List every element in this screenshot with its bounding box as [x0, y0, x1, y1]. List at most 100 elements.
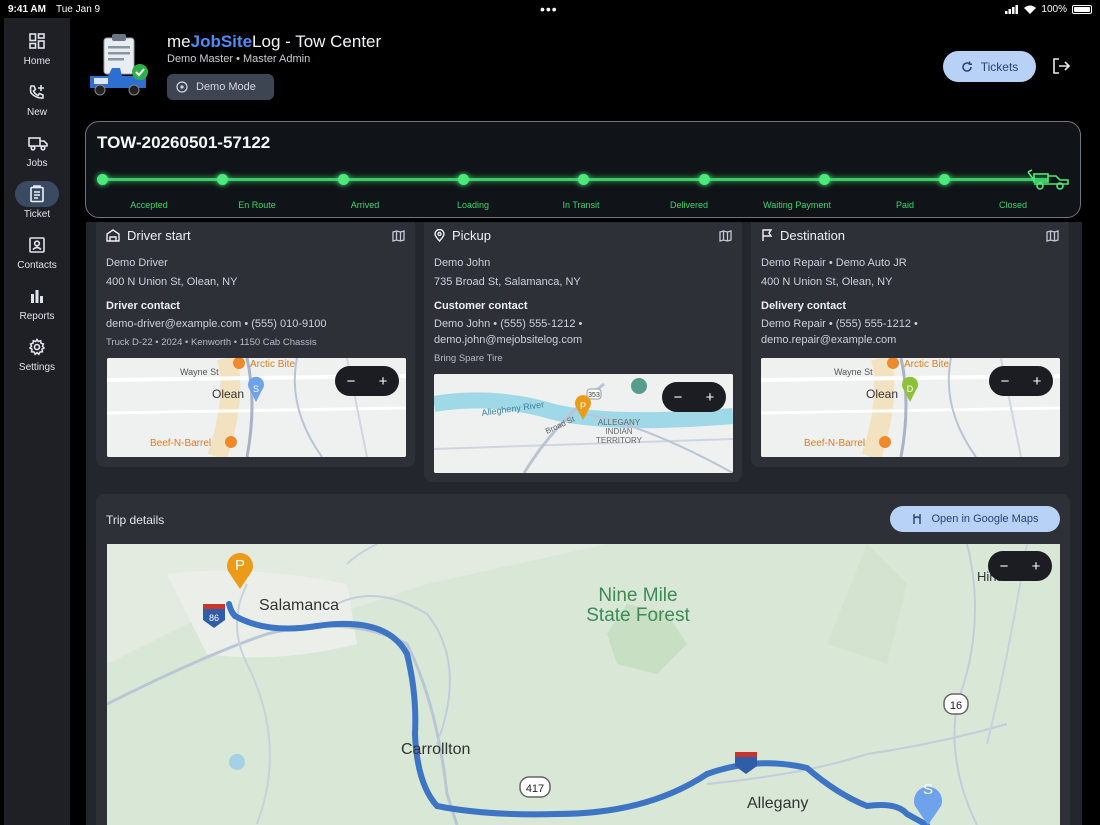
zoom-out-icon[interactable]: −: [674, 389, 683, 406]
pickup-card: Pickup Demo John 735 Broad St, Salamanca…: [424, 222, 742, 482]
refresh-icon: [962, 61, 972, 72]
destination-contact-line2: demo.repair@example.com: [761, 334, 897, 346]
driver-name: Demo Driver: [106, 257, 168, 269]
demo-mode-button[interactable]: Demo Mode: [167, 74, 274, 100]
warehouse-icon: [106, 229, 120, 242]
wifi-icon: [1024, 5, 1037, 14]
trip-details-card: Trip details Open in Google Maps Nine Mi…: [96, 494, 1070, 825]
destination-title-text: Destination: [780, 228, 846, 243]
route-417-label: 417: [526, 783, 544, 795]
driver-title-text: Driver start: [127, 228, 191, 243]
pickup-card-title: Pickup: [434, 228, 491, 243]
trip-zoom-control[interactable]: − +: [988, 551, 1052, 581]
destination-contact-line1: Demo Repair • (555) 555-1212 •: [761, 318, 918, 330]
driver-map[interactable]: Wayne St Arctic Bite Olean Beef-N-Barrel…: [107, 358, 406, 457]
zoom-in-icon[interactable]: +: [1032, 558, 1041, 575]
map-label-territory: TERRITORY: [596, 436, 643, 445]
destination-name: Demo Repair • Demo Auto JR: [761, 257, 907, 269]
progress-step-label: In Transit: [562, 200, 600, 210]
driver-card: Driver start Demo Driver 400 N Union St,…: [96, 222, 415, 467]
status-time: 9:41 AM: [8, 4, 46, 15]
progress-step-dot: [939, 174, 951, 185]
app-logo: [86, 32, 154, 98]
tickets-button[interactable]: Tickets: [943, 51, 1036, 82]
progress-step-label: Arrived: [350, 200, 380, 210]
title-prefix: me: [167, 32, 191, 51]
zoom-out-icon[interactable]: −: [1000, 558, 1009, 575]
map-label-allegany: ALLEGANY: [598, 418, 641, 427]
pickup-pin-label: P: [580, 401, 586, 411]
zoom-out-icon[interactable]: −: [347, 373, 356, 390]
sidebar-label-settings: Settings: [18, 362, 56, 373]
status-date: Tue Jan 9: [56, 4, 101, 15]
sidebar-item-ticket[interactable]: Ticket: [4, 181, 70, 229]
trip-map[interactable]: Nine Mile State Forest Salamanca Carroll…: [107, 544, 1060, 825]
driver-zoom-control[interactable]: − +: [335, 366, 399, 396]
sidebar-item-home[interactable]: Home: [4, 28, 70, 76]
battery-icon: [1072, 5, 1092, 14]
status-bar: 9:41 AM Tue Jan 9 ••• 100%: [0, 0, 1100, 20]
open-google-maps-button[interactable]: Open in Google Maps: [890, 506, 1060, 532]
trip-start-pin-label: S: [923, 781, 933, 798]
destination-contact-heading: Delivery contact: [761, 300, 846, 312]
progress-step-label: Loading: [456, 200, 490, 210]
zoom-in-icon[interactable]: +: [706, 389, 715, 406]
map-icon[interactable]: [392, 230, 405, 242]
zoom-in-icon[interactable]: +: [379, 373, 388, 390]
route-16-label: 16: [950, 700, 962, 712]
driver-vehicle: Truck D-22 • 2024 • Kenworth • 1150 Cab …: [106, 337, 317, 348]
ticket-progress-card: TOW-20260501-57122 Accepted En Route Arriv…: [85, 121, 1081, 218]
destination-zoom-control[interactable]: − +: [989, 366, 1053, 396]
pickup-name: Demo John: [434, 257, 491, 269]
sidebar-item-reports[interactable]: Reports: [4, 283, 70, 331]
gear-icon: [15, 334, 59, 360]
ticket-id: TOW-20260501-57122: [97, 133, 271, 152]
truck-icon: [15, 130, 59, 156]
map-label-arctic: Arctic Bite: [904, 359, 949, 370]
map-icon[interactable]: [1046, 230, 1059, 242]
map-label-beef: Beef-N-Barrel: [804, 438, 865, 449]
destination-address: 400 N Union St, Olean, NY: [761, 276, 893, 288]
logout-icon[interactable]: [1050, 55, 1072, 77]
pickup-zoom-control[interactable]: − +: [662, 382, 726, 412]
map-label-wayne: Wayne St: [180, 367, 219, 377]
title-brand: JobSite: [190, 32, 253, 51]
zoom-in-icon[interactable]: +: [1033, 373, 1042, 390]
trip-title: Trip details: [106, 513, 165, 527]
zoom-out-icon[interactable]: −: [1001, 373, 1010, 390]
sidebar-item-contacts[interactable]: Contacts: [4, 232, 70, 280]
sidebar-item-jobs[interactable]: Jobs: [4, 130, 70, 178]
progress-step-label: En Route: [238, 200, 276, 210]
progress-step-label: Closed: [998, 200, 1027, 210]
interstate-86-label: 86: [209, 613, 219, 623]
multitask-dots-icon[interactable]: •••: [540, 1, 558, 17]
progress-step-dot: [818, 174, 830, 185]
sidebar-item-settings[interactable]: Settings: [4, 334, 70, 382]
map-label-state-forest: State Forest: [586, 605, 690, 626]
app-title: meJobSiteLog - Tow Center: [167, 32, 381, 52]
signal-icon: [1005, 5, 1019, 14]
pickup-note: Bring Spare Tire: [434, 353, 503, 364]
map-icon[interactable]: [719, 230, 732, 242]
sidebar: Home New Jobs Ticket Contacts Reports Se…: [4, 18, 70, 825]
progress-step-dot: [337, 174, 349, 185]
flag-icon: [762, 229, 773, 241]
map-label-carrollton: Carrollton: [401, 741, 470, 758]
pickup-map[interactable]: Allegheny River Broad St ALLEGANY INDIAN…: [434, 374, 733, 473]
destination-pin-label: D: [907, 384, 914, 394]
destination-map[interactable]: Wayne St Arctic Bite Olean Beef-N-Barrel…: [761, 358, 1060, 457]
progress-step-dot: [97, 174, 108, 185]
pickup-address: 735 Broad St, Salamanca, NY: [434, 276, 581, 288]
driver-card-title: Driver start: [106, 228, 191, 243]
map-label-olean: Olean: [866, 387, 898, 401]
sidebar-label-new: New: [26, 107, 47, 118]
map-label-nine-mile: Nine Mile: [598, 585, 677, 606]
driver-contact-line: demo-driver@example.com • (555) 010-9100: [106, 318, 327, 330]
driver-contact-heading: Driver contact: [106, 300, 180, 312]
location-pin-icon: [434, 229, 445, 242]
map-label-salamanca: Salamanca: [259, 597, 339, 614]
directions-icon: [913, 514, 922, 524]
destination-card: Destination Demo Repair • Demo Auto JR 4…: [751, 222, 1069, 467]
sidebar-item-new[interactable]: New: [4, 79, 70, 127]
progress-step-dot: [578, 174, 590, 185]
